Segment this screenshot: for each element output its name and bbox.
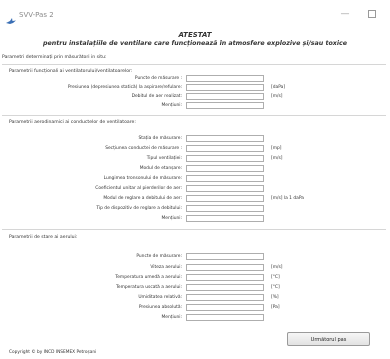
maximize-button[interactable] xyxy=(365,8,379,20)
air-speed-input[interactable] xyxy=(186,264,264,271)
mentions-input[interactable] xyxy=(186,102,264,109)
field-unit: [%] xyxy=(271,295,279,300)
divider xyxy=(2,229,386,230)
window-title: SVV-Pas 2 xyxy=(19,11,54,19)
next-step-button[interactable]: Următorul pas xyxy=(287,332,370,346)
field-label: Umiditatea relativă: xyxy=(138,295,182,300)
document-subtitle: pentru instalațiile de ventilare care fu… xyxy=(42,40,348,47)
mentions-input[interactable] xyxy=(186,215,264,222)
field-label: Mențiuni: xyxy=(161,315,182,320)
document-title: ATESTAT xyxy=(178,31,212,39)
field-unit: [m/s] la 1 daPa xyxy=(271,196,304,201)
section-title-air: Parametrii de stare ai aerului: xyxy=(9,235,78,240)
section-title-functional: Parametrii funcționali ai ventilatorului… xyxy=(9,69,133,74)
field-label: Coeficientul unitar al pierderilor de ae… xyxy=(95,186,182,191)
field-unit: [daPa] xyxy=(271,85,286,90)
loss-coefficient-input[interactable] xyxy=(186,185,264,192)
app-window: SVV-Pas 2 — ATESTAT pentru instalațiile … xyxy=(0,0,390,359)
wet-temperature-input[interactable] xyxy=(186,274,264,281)
divider xyxy=(2,115,386,116)
relative-humidity-input[interactable] xyxy=(186,294,264,301)
field-label: Mențiuni: xyxy=(161,216,182,221)
duct-section-input[interactable] xyxy=(186,145,264,152)
regulation-device-input[interactable] xyxy=(186,205,264,212)
pressure-input[interactable] xyxy=(186,84,264,91)
field-label: Modul de etanșare: xyxy=(139,166,182,171)
mentions-input[interactable] xyxy=(186,314,264,321)
field-label: Debitul de aer realizat: xyxy=(131,94,182,99)
field-label: Presiunea (depresiunea statică) la aspir… xyxy=(67,85,182,90)
field-label: Temperatura umedă a aerului: xyxy=(115,275,182,280)
intro-text: Parametri determinați prin măsurători in… xyxy=(2,55,107,60)
field-label: Mențiuni: xyxy=(161,103,182,108)
minimize-button[interactable]: — xyxy=(338,8,352,20)
field-label: Puncte de măsurare: xyxy=(136,254,182,259)
flow-regulation-mode-input[interactable] xyxy=(186,195,264,202)
field-unit: [m/s] xyxy=(271,94,283,99)
field-unit: [°C] xyxy=(271,285,280,290)
field-label: Lungimea tronsonului de măsurare: xyxy=(103,176,182,181)
absolute-pressure-input[interactable] xyxy=(186,304,264,311)
bird-icon xyxy=(6,11,16,24)
divider xyxy=(2,64,386,65)
measurement-station-input[interactable] xyxy=(186,135,264,142)
airflow-input[interactable] xyxy=(186,93,264,100)
field-unit: [Pa] xyxy=(271,305,280,310)
maximize-icon xyxy=(368,10,376,18)
field-unit: [m/s] xyxy=(271,156,283,161)
title-bar[interactable]: SVV-Pas 2 — xyxy=(0,0,390,28)
measurement-points-input[interactable] xyxy=(186,75,264,82)
field-label: Modul de reglare a debitului de aer: xyxy=(103,196,182,201)
field-unit: [°C] xyxy=(271,275,280,280)
field-label: Secțiunea conductei de măsurare : xyxy=(105,146,182,151)
field-label: Viteza aerului: xyxy=(150,265,182,270)
section-length-input[interactable] xyxy=(186,175,264,182)
field-unit: [mp] xyxy=(271,146,282,151)
section-title-aerodynamic: Parametrii aerodinamici ai conductelor d… xyxy=(9,120,136,125)
dry-temperature-input[interactable] xyxy=(186,284,264,291)
copyright-text: Copyright © by INCD INSEMEX Petroșani xyxy=(9,350,97,355)
ventilation-type-input[interactable] xyxy=(186,155,264,162)
air-measurement-points-input[interactable] xyxy=(186,253,264,260)
field-label: Tip de dispozitiv de reglare a debitului… xyxy=(96,206,182,211)
field-label: Temperatura uscată a aerului: xyxy=(115,285,182,290)
field-label: Puncte de măsurare : xyxy=(134,76,182,81)
field-label: Presiunea absolută: xyxy=(138,305,182,310)
field-label: Stația de măsurare: xyxy=(138,136,182,141)
field-unit: [m/s] xyxy=(271,265,283,270)
sealing-mode-input[interactable] xyxy=(186,165,264,172)
field-label: Tipul ventilației: xyxy=(146,156,182,161)
